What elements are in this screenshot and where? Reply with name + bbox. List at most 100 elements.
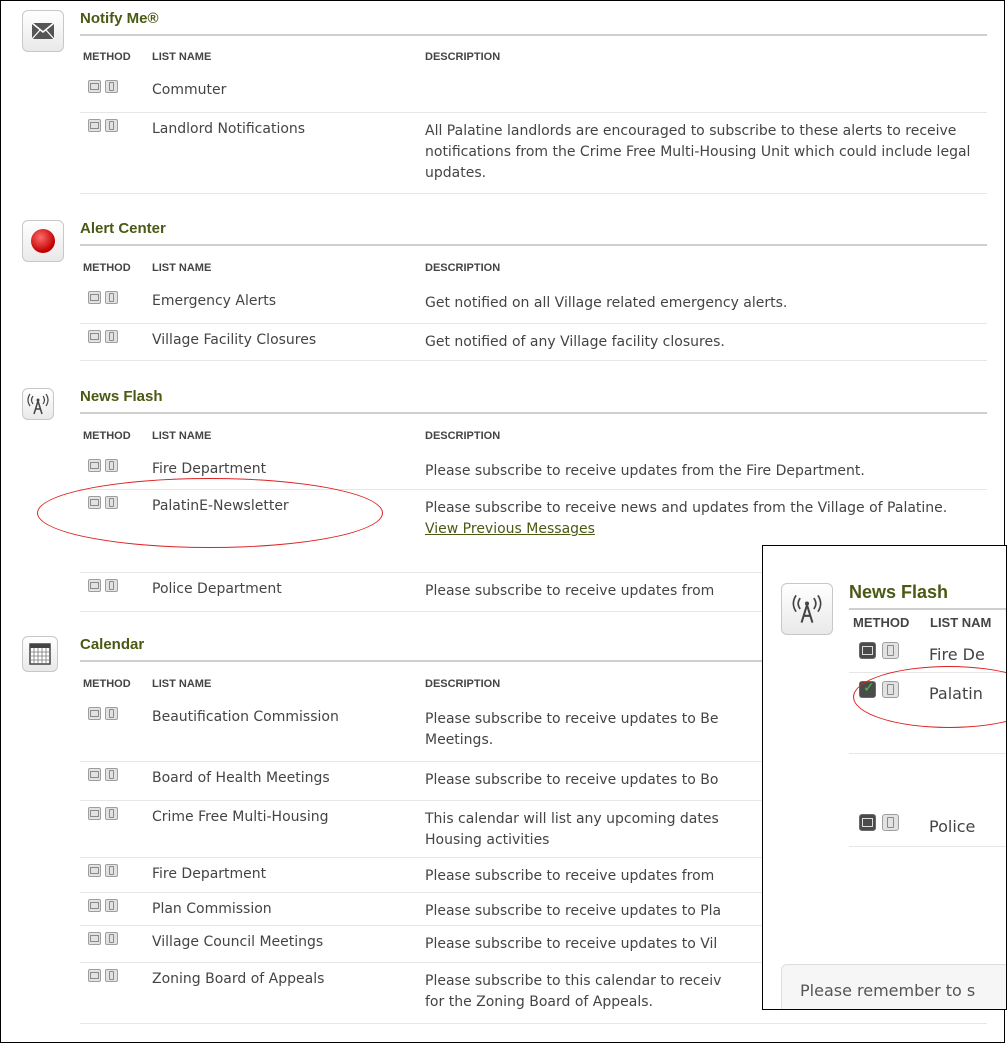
list-description: All Palatine landlords are encouraged to… bbox=[425, 123, 971, 181]
list-name[interactable]: Fire Department bbox=[152, 461, 266, 477]
email-method-icon[interactable] bbox=[88, 932, 101, 945]
sms-method-icon[interactable] bbox=[105, 969, 118, 982]
email-method-icon[interactable] bbox=[88, 807, 101, 820]
list-name[interactable]: Landlord Notifications bbox=[152, 121, 305, 137]
sms-method-icon[interactable] bbox=[105, 80, 118, 93]
email-method-icon[interactable] bbox=[88, 291, 101, 304]
email-method-icon[interactable] bbox=[88, 80, 101, 93]
sms-method-icon[interactable] bbox=[105, 899, 118, 912]
list-name[interactable]: Police bbox=[929, 817, 975, 836]
section-title: Calendar bbox=[80, 636, 145, 653]
list-name-header: LIST NAM bbox=[930, 615, 992, 630]
section-title: News Flash bbox=[80, 388, 163, 405]
sms-method-icon[interactable] bbox=[105, 932, 118, 945]
list-name[interactable]: Plan Commission bbox=[152, 901, 272, 917]
section-alert-center: Alert Center METHOD LIST NAME DESCRIPTIO… bbox=[22, 220, 1007, 361]
list-description: Please subscribe to receive updates from bbox=[425, 868, 715, 884]
email-method-icon[interactable] bbox=[88, 864, 101, 877]
email-method-icon[interactable] bbox=[88, 899, 101, 912]
list-name[interactable]: Beautification Commission bbox=[152, 709, 339, 725]
zoom-inset-panel: News Flash METHOD LIST NAM Fire De Palat… bbox=[762, 545, 1007, 1010]
email-method-icon[interactable] bbox=[88, 459, 101, 472]
list-name[interactable]: Crime Free Multi-Housing bbox=[152, 809, 328, 825]
broadcast-tower-icon bbox=[781, 583, 833, 635]
list-description: Get notified of any Village facility clo… bbox=[425, 334, 725, 350]
email-method-icon[interactable] bbox=[88, 579, 101, 592]
list-name[interactable]: Village Facility Closures bbox=[152, 332, 316, 348]
list-name[interactable]: Village Council Meetings bbox=[152, 934, 323, 950]
divider bbox=[849, 608, 1006, 610]
sms-method-icon[interactable] bbox=[105, 459, 118, 472]
red-alert-icon bbox=[22, 220, 64, 262]
email-method-icon[interactable] bbox=[859, 642, 876, 659]
calendar-icon bbox=[22, 636, 58, 672]
list-name[interactable]: Palatin bbox=[929, 684, 983, 703]
list-description: Please subscribe to receive updates to B… bbox=[425, 772, 719, 788]
section-title: Notify Me® bbox=[80, 10, 159, 27]
sms-method-icon[interactable] bbox=[882, 642, 899, 659]
reminder-notice: Please remember to s bbox=[781, 964, 1006, 1009]
email-method-icon[interactable] bbox=[88, 768, 101, 781]
list-row: Fire Department Please subscribe to rece… bbox=[80, 453, 987, 490]
list-name-header: LIST NAME bbox=[152, 678, 212, 690]
list-description: Please subscribe to this calendar to rec… bbox=[425, 973, 722, 1010]
envelope-icon bbox=[22, 10, 64, 52]
list-row: Emergency Alerts Get notified on all Vil… bbox=[80, 285, 987, 324]
method-header: METHOD bbox=[83, 51, 131, 63]
sms-method-icon[interactable] bbox=[882, 814, 899, 831]
list-name[interactable]: Fire Department bbox=[152, 866, 266, 882]
divider bbox=[80, 244, 987, 246]
sms-method-icon[interactable] bbox=[105, 579, 118, 592]
inset-list-row: Fire De bbox=[849, 634, 1006, 673]
divider bbox=[80, 412, 987, 414]
email-method-icon[interactable] bbox=[88, 707, 101, 720]
list-name[interactable]: Commuter bbox=[152, 82, 226, 98]
list-name[interactable]: Police Department bbox=[152, 581, 282, 597]
list-description: Get notified on all Village related emer… bbox=[425, 295, 788, 311]
list-description: Please subscribe to receive updates from… bbox=[425, 463, 865, 479]
list-row: Commuter bbox=[80, 74, 987, 113]
list-name-header: LIST NAME bbox=[152, 262, 212, 274]
list-name[interactable]: Zoning Board of Appeals bbox=[152, 971, 324, 987]
email-checked-icon[interactable] bbox=[859, 680, 876, 698]
email-method-icon[interactable] bbox=[88, 119, 101, 132]
email-method-icon[interactable] bbox=[88, 496, 101, 509]
inset-list-row: Police bbox=[849, 806, 1006, 847]
sms-method-icon[interactable] bbox=[105, 291, 118, 304]
list-name[interactable]: Board of Health Meetings bbox=[152, 770, 330, 786]
inset-list-row: Palatin bbox=[849, 673, 1006, 754]
reminder-notice-text: Please remember to s bbox=[800, 981, 976, 1000]
list-name-header: LIST NAME bbox=[152, 51, 212, 63]
list-description-text: Please subscribe to receive news and upd… bbox=[425, 500, 948, 516]
sms-method-icon[interactable] bbox=[105, 807, 118, 820]
description-header: DESCRIPTION bbox=[425, 430, 501, 442]
sms-method-icon[interactable] bbox=[882, 681, 899, 698]
email-method-icon[interactable] bbox=[859, 814, 876, 831]
divider bbox=[80, 34, 987, 36]
email-method-icon[interactable] bbox=[88, 969, 101, 982]
list-name[interactable]: Fire De bbox=[929, 645, 985, 664]
list-row: Village Facility Closures Get notified o… bbox=[80, 324, 987, 361]
email-method-icon[interactable] bbox=[88, 330, 101, 343]
method-header: METHOD bbox=[83, 678, 131, 690]
sms-method-icon[interactable] bbox=[105, 864, 118, 877]
sms-method-icon[interactable] bbox=[105, 330, 118, 343]
sms-method-icon[interactable] bbox=[105, 707, 118, 720]
list-name-header: LIST NAME bbox=[152, 430, 212, 442]
sms-method-icon[interactable] bbox=[105, 119, 118, 132]
method-header: METHOD bbox=[83, 430, 131, 442]
list-description: Please subscribe to receive updates to P… bbox=[425, 903, 722, 919]
sms-method-icon[interactable] bbox=[105, 768, 118, 781]
list-row: Landlord Notifications All Palatine land… bbox=[80, 113, 987, 194]
list-name[interactable]: Emergency Alerts bbox=[152, 293, 276, 309]
method-header: METHOD bbox=[853, 615, 910, 630]
list-description: Please subscribe to receive updates to V… bbox=[425, 936, 718, 952]
list-description: Please subscribe to receive updates to B… bbox=[425, 711, 719, 748]
inset-section-title: News Flash bbox=[849, 582, 949, 602]
view-previous-messages-link[interactable]: View Previous Messages bbox=[425, 519, 985, 540]
list-description: This calendar will list any upcoming dat… bbox=[425, 811, 719, 848]
sms-method-icon[interactable] bbox=[105, 496, 118, 509]
list-name[interactable]: PalatinE-Newsletter bbox=[152, 498, 289, 514]
description-header: DESCRIPTION bbox=[425, 51, 501, 63]
section-notify-me: Notify Me® METHOD LIST NAME DESCRIPTION … bbox=[22, 10, 1007, 200]
